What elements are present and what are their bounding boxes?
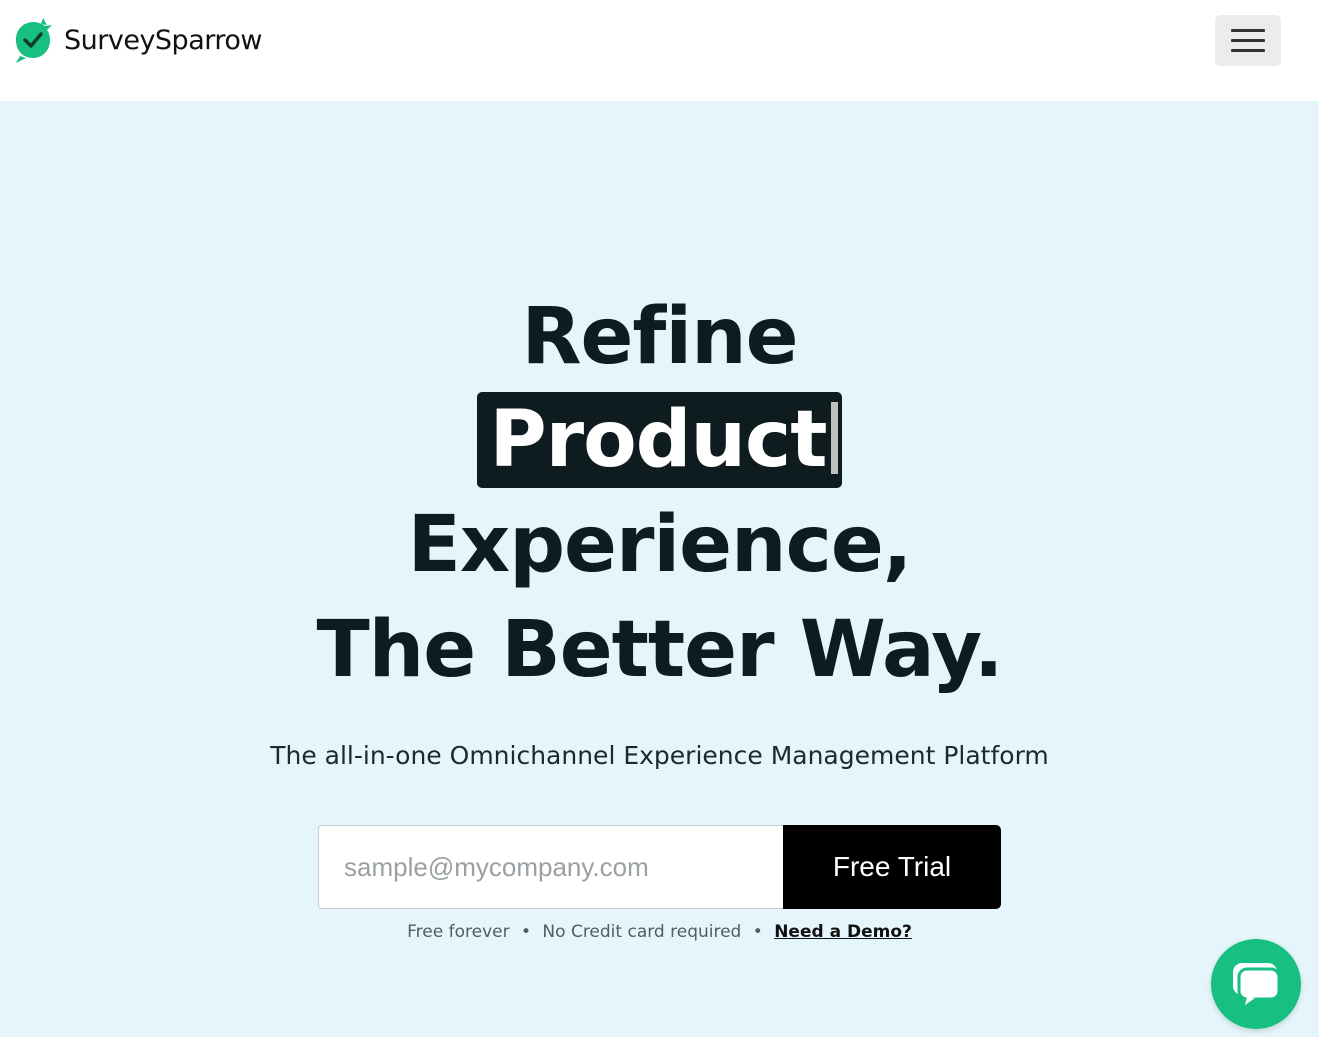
hamburger-icon: [1231, 29, 1265, 32]
sparrow-logo-icon: [15, 18, 53, 63]
signup-note: Free forever • No Credit card required •…: [0, 922, 1319, 942]
chat-widget-button[interactable]: [1211, 939, 1301, 1029]
chat-bubble-icon: [1233, 963, 1281, 1005]
headline-highlight: Product: [477, 392, 842, 488]
note-no-credit-card: No Credit card required: [542, 922, 742, 942]
menu-button[interactable]: [1215, 15, 1281, 66]
hamburger-icon: [1231, 49, 1265, 52]
note-separator: •: [752, 922, 763, 942]
hamburger-icon: [1231, 39, 1265, 42]
headline-line-2: Product: [0, 392, 1319, 488]
headline-line-4: The Better Way.: [316, 605, 1003, 695]
hero-subtitle: The all-in-one Omnichannel Experience Ma…: [270, 741, 1049, 770]
note-free-forever: Free forever: [407, 922, 510, 942]
email-input[interactable]: [318, 825, 783, 909]
headline-line-3: Experience,: [407, 500, 913, 590]
site-header: SurveySparrow: [0, 0, 1319, 101]
brand-name: SurveySparrow: [64, 24, 262, 56]
note-separator: •: [520, 922, 532, 942]
brand-logo[interactable]: SurveySparrow: [12, 16, 262, 64]
headline-line-1: Refine: [521, 292, 798, 382]
typing-caret: [830, 402, 838, 474]
headline-highlight-text: Product: [489, 395, 827, 485]
signup-form: Free Trial: [318, 825, 1001, 909]
need-demo-link[interactable]: Need a Demo?: [774, 922, 912, 942]
free-trial-button[interactable]: Free Trial: [783, 825, 1001, 909]
hero-section: Refine Product Experience, The Better Wa…: [0, 101, 1319, 1037]
